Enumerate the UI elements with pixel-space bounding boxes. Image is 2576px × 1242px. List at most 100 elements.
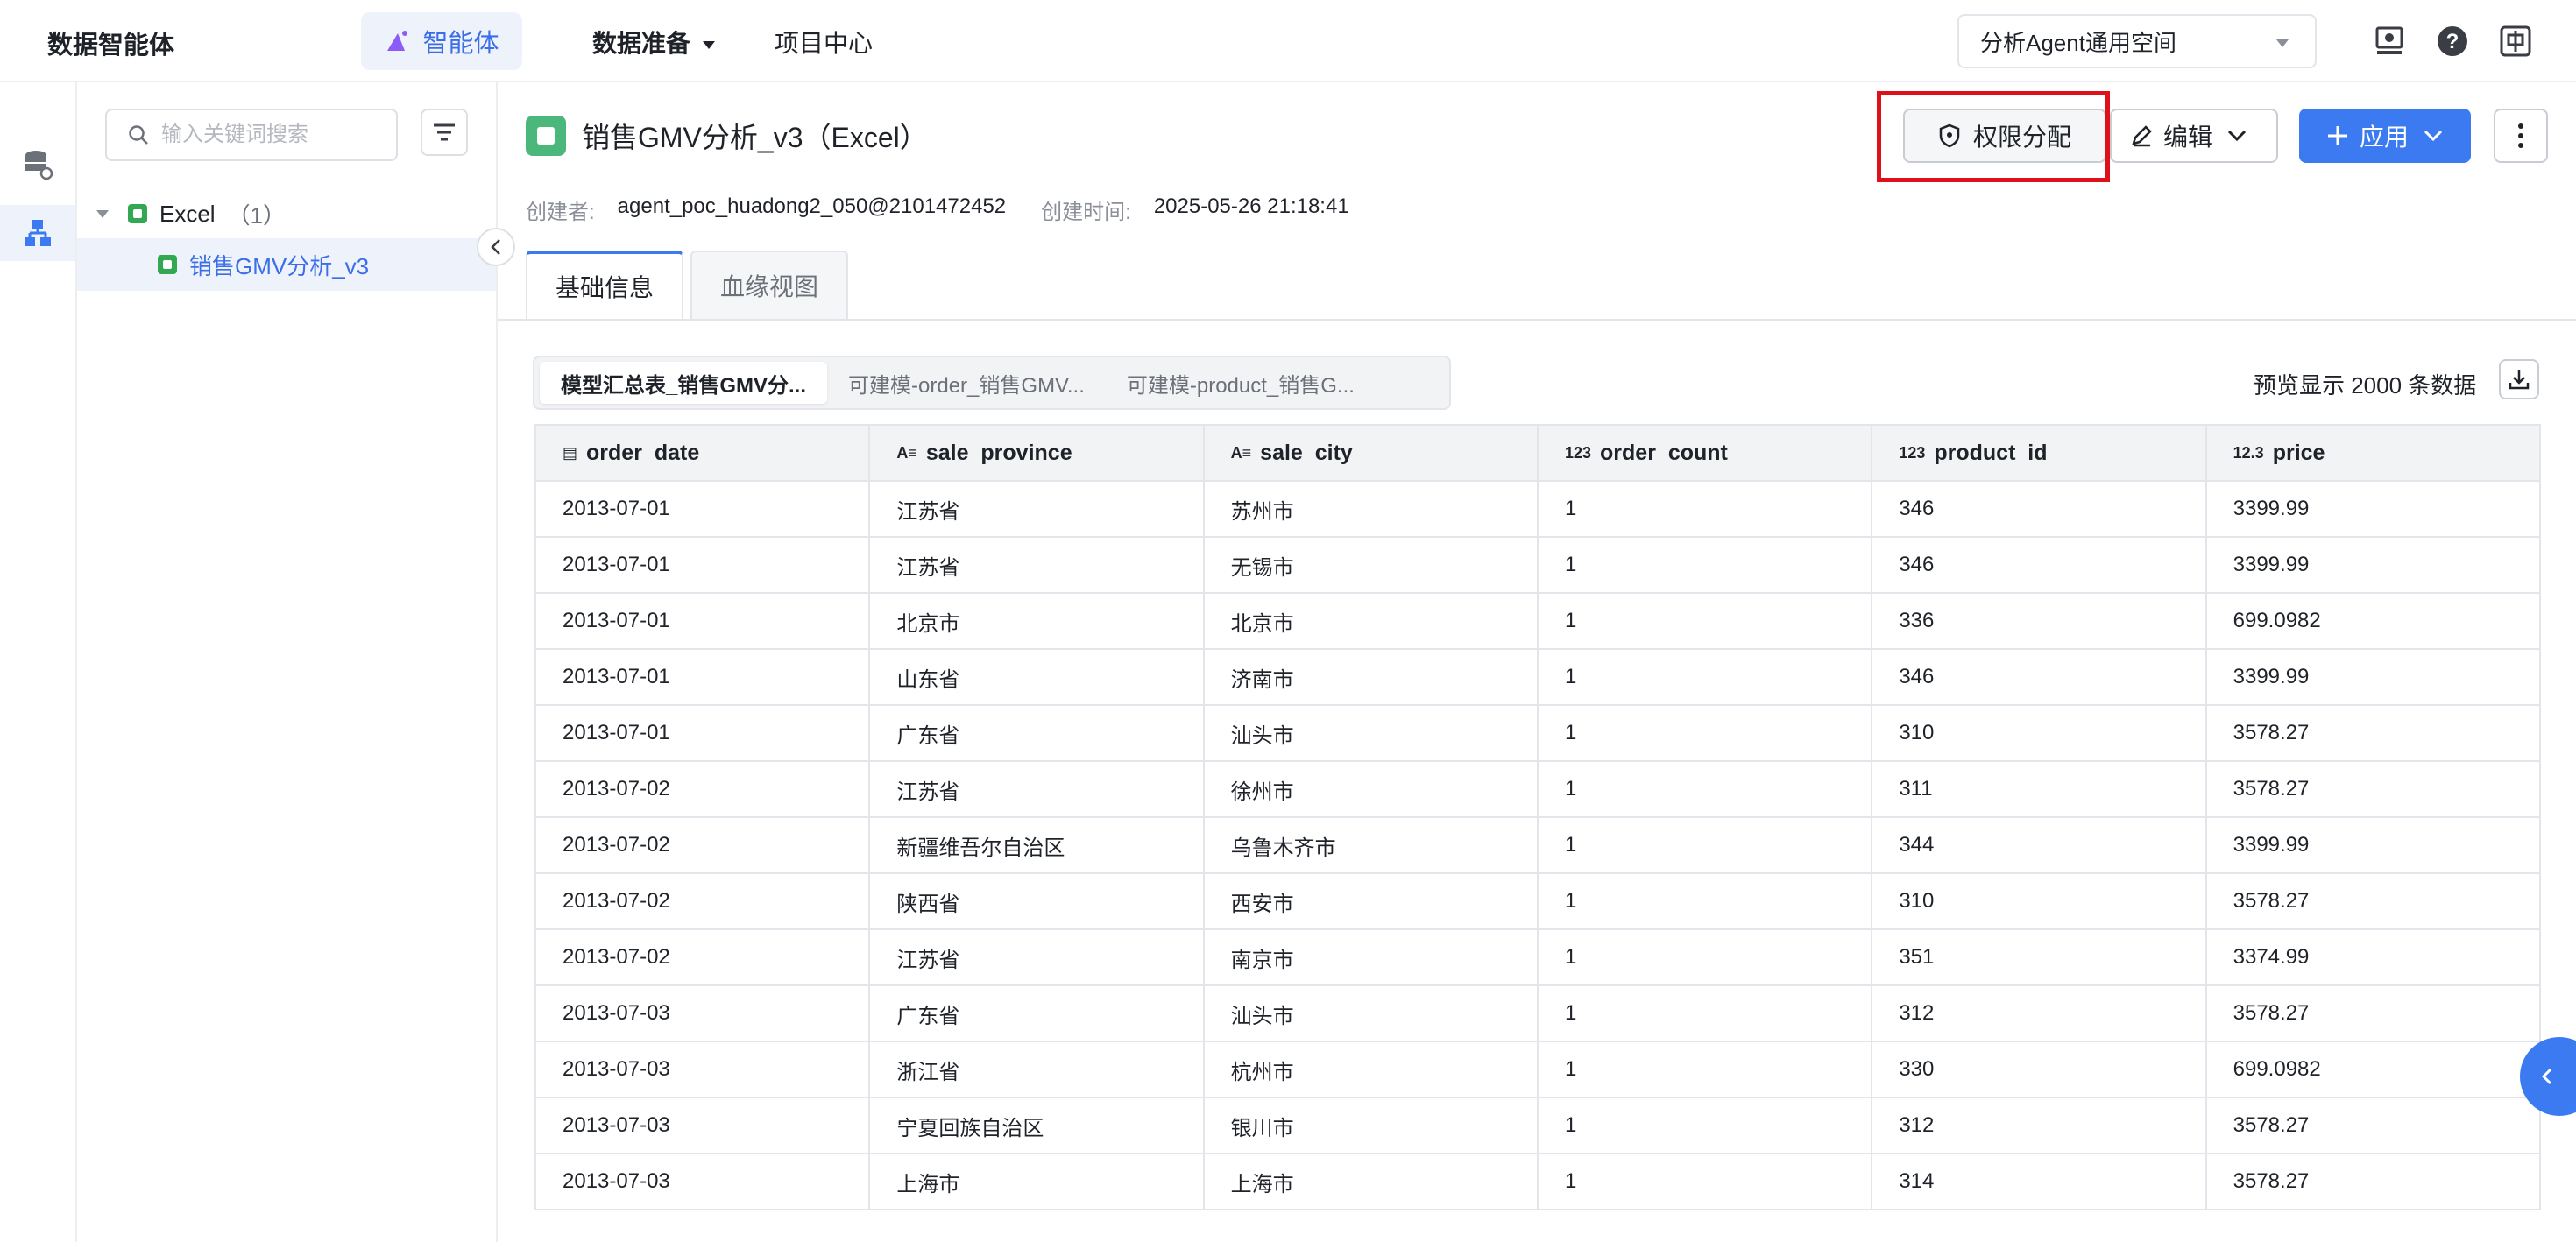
nav-data-prep[interactable]: 数据准备	[592, 25, 716, 60]
sheet-tab-order[interactable]: 可建模-order_销售GMV...	[827, 362, 1106, 404]
table-cell: 无锡市	[1202, 536, 1539, 594]
tree-node-excel[interactable]: Excel （1）	[96, 191, 286, 236]
table-cell: 2013-07-02	[534, 760, 871, 818]
table-row[interactable]: 2013-07-02 新疆维吾尔自治区 乌鲁木齐市 1 344 3399.99	[534, 816, 2542, 874]
tabs-divider	[498, 319, 2576, 321]
column-header-order-date[interactable]: ▤ order_date	[534, 424, 871, 482]
tree-node-label: Excel	[159, 200, 216, 227]
table-row[interactable]: 2013-07-02 江苏省 徐州市 1 311 3578.27	[534, 760, 2542, 818]
table-cell: 1	[1536, 1153, 1873, 1210]
table-row[interactable]: 2013-07-01 江苏省 无锡市 1 346 3399.99	[534, 536, 2542, 594]
table-cell: 1	[1536, 760, 1873, 818]
column-header-product-id[interactable]: 123 product_id	[1871, 424, 2207, 482]
table-cell: 2013-07-03	[534, 984, 871, 1042]
table-cell: 3578.27	[2204, 704, 2542, 762]
column-header-sale-province[interactable]: A≡ sale_province	[868, 424, 1205, 482]
excel-icon	[158, 255, 177, 274]
table-cell: 济南市	[1202, 648, 1539, 706]
table-row[interactable]: 2013-07-02 江苏省 南京市 1 351 3374.99	[534, 928, 2542, 986]
table-cell: 2013-07-03	[534, 1097, 871, 1154]
table-row[interactable]: 2013-07-01 江苏省 苏州市 1 346 3399.99	[534, 480, 2542, 538]
plus-icon	[2327, 126, 2347, 145]
table-cell: 2013-07-03	[534, 1153, 871, 1210]
created-time-value: 2025-05-26 21:18:41	[1153, 194, 1349, 218]
table-cell: 江苏省	[868, 928, 1205, 986]
column-header-price[interactable]: 12.3 price	[2204, 424, 2542, 482]
chevron-down-icon	[2424, 130, 2443, 142]
table-row[interactable]: 2013-07-03 宁夏回族自治区 银川市 1 312 3578.27	[534, 1097, 2542, 1154]
table-row[interactable]: 2013-07-01 广东省 汕头市 1 310 3578.27	[534, 704, 2542, 762]
device-icon[interactable]	[2373, 25, 2406, 58]
table-cell: 宁夏回族自治区	[868, 1097, 1205, 1154]
database-icon	[25, 151, 53, 180]
apply-button[interactable]: 应用	[2299, 109, 2471, 163]
table-cell: 银川市	[1202, 1097, 1539, 1154]
shield-icon	[1939, 123, 1960, 148]
nav-agent[interactable]: 智能体	[361, 12, 522, 70]
edit-button-label: 编辑	[2162, 123, 2212, 151]
filter-button[interactable]	[421, 109, 468, 156]
tree-node-sales-gmv[interactable]: 销售GMV分析_v3	[77, 238, 496, 291]
tree-node-count: （1）	[227, 201, 287, 229]
top-navigation: 数据智能体 智能体 数据准备 项目中心 分析Agent通用空间 ?	[0, 0, 2576, 82]
rail-database[interactable]	[0, 137, 75, 193]
column-header-order-count[interactable]: 123 order_count	[1536, 424, 1873, 482]
table-cell: 311	[1871, 760, 2207, 818]
page-title-row: 销售GMV分析_v3（Excel）	[526, 114, 928, 158]
table-cell: 1	[1536, 872, 1873, 930]
app-brand: 数据智能体	[47, 32, 175, 60]
column-header-sale-city[interactable]: A≡ sale_city	[1202, 424, 1539, 482]
table-cell: 西安市	[1202, 872, 1539, 930]
excel-icon	[526, 116, 566, 156]
sheet-tab-summary[interactable]: 模型汇总表_销售GMV分...	[540, 362, 828, 404]
tab-basic-info[interactable]: 基础信息	[526, 251, 684, 319]
detail-tabs: 基础信息 血缘视图	[526, 251, 855, 319]
table-row[interactable]: 2013-07-01 山东省 济南市 1 346 3399.99	[534, 648, 2542, 706]
rail-lineage[interactable]	[0, 205, 75, 261]
table-cell: 330	[1871, 1041, 2207, 1098]
table-cell: 2013-07-01	[534, 480, 871, 538]
table-row[interactable]: 2013-07-01 北京市 北京市 1 336 699.0982	[534, 592, 2542, 650]
table-cell: 山东省	[868, 648, 1205, 706]
table-cell: 江苏省	[868, 760, 1205, 818]
search-input[interactable]	[161, 123, 380, 147]
collapse-panel-button[interactable]	[477, 228, 515, 266]
permission-button[interactable]: 权限分配	[1903, 109, 2106, 163]
table-cell: 336	[1871, 592, 2207, 650]
table-cell: 汕头市	[1202, 984, 1539, 1042]
table-cell: 2013-07-02	[534, 928, 871, 986]
table-cell: 汕头市	[1202, 704, 1539, 762]
table-cell: 346	[1871, 480, 2207, 538]
help-icon[interactable]: ?	[2436, 25, 2469, 58]
tab-lineage-view[interactable]: 血缘视图	[690, 251, 849, 319]
table-row[interactable]: 2013-07-03 浙江省 杭州市 1 330 699.0982	[534, 1041, 2542, 1098]
edit-button[interactable]: 编辑	[2110, 109, 2278, 163]
table-cell: 351	[1871, 928, 2207, 986]
table-cell: 乌鲁木齐市	[1202, 816, 1539, 874]
space-select[interactable]: 分析Agent通用空间	[1957, 14, 2317, 68]
more-button[interactable]	[2494, 109, 2548, 163]
caret-down-icon[interactable]	[96, 209, 109, 218]
table-cell: 南京市	[1202, 928, 1539, 986]
table-cell: 浙江省	[868, 1041, 1205, 1098]
column-name: sale_city	[1260, 440, 1353, 465]
table-cell: 广东省	[868, 984, 1205, 1042]
table-cell: 2013-07-02	[534, 872, 871, 930]
table-cell: 312	[1871, 1097, 2207, 1154]
caret-down-icon	[2276, 39, 2289, 47]
table-row[interactable]: 2013-07-03 上海市 上海市 1 314 3578.27	[534, 1153, 2542, 1210]
table-cell: 344	[1871, 816, 2207, 874]
hierarchy-icon	[25, 220, 51, 246]
table-cell: 3578.27	[2204, 760, 2542, 818]
nav-project-center[interactable]: 项目中心	[775, 25, 873, 60]
table-row[interactable]: 2013-07-03 广东省 汕头市 1 312 3578.27	[534, 984, 2542, 1042]
language-icon[interactable]	[2499, 25, 2532, 58]
download-button[interactable]	[2499, 359, 2539, 399]
search-icon	[129, 125, 148, 145]
table-cell: 徐州市	[1202, 760, 1539, 818]
sheet-tab-product[interactable]: 可建模-product_销售G...	[1106, 362, 1376, 404]
column-name: order_count	[1600, 440, 1728, 465]
table-cell: 1	[1536, 928, 1873, 986]
table-row[interactable]: 2013-07-02 陕西省 西安市 1 310 3578.27	[534, 872, 2542, 930]
table-cell: 广东省	[868, 704, 1205, 762]
